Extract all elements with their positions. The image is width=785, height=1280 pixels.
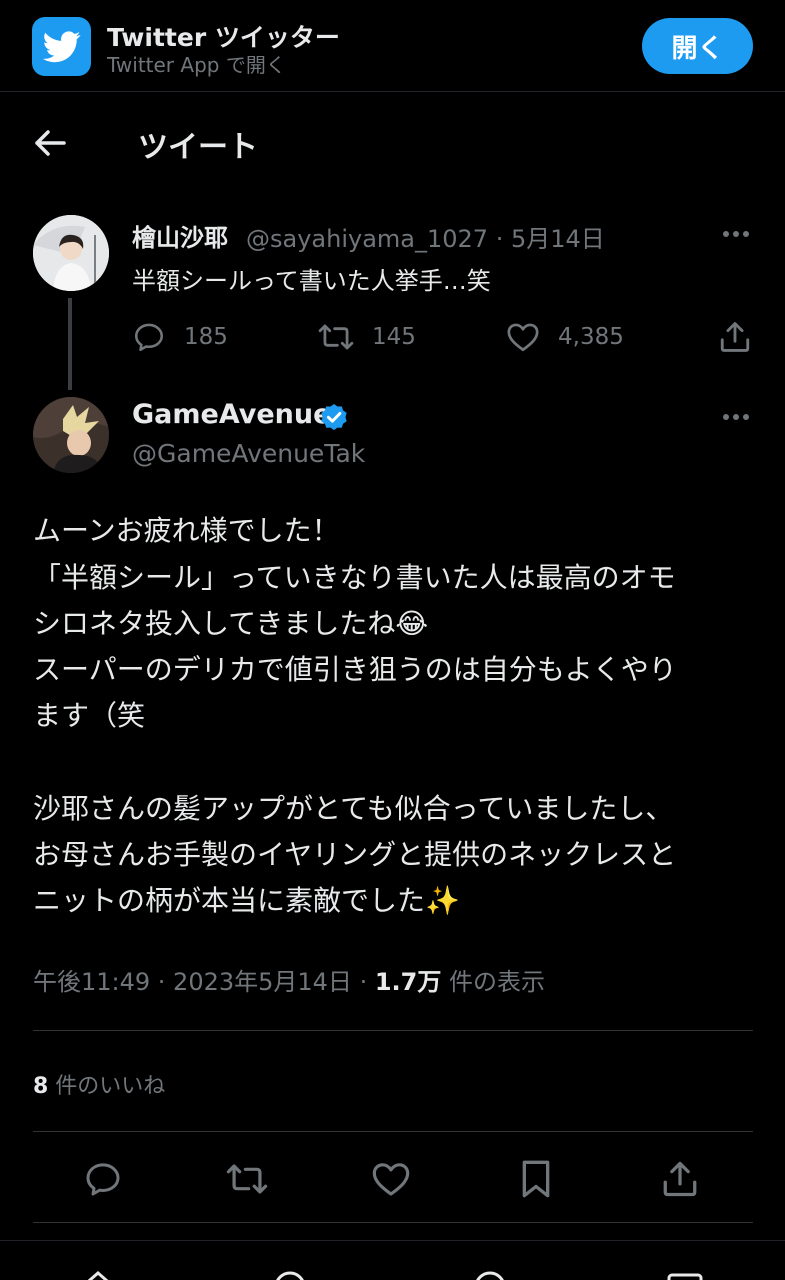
- share-icon: [720, 322, 750, 352]
- reply-icon: [134, 323, 164, 352]
- tweet-text: 半額シールって書いた人挙手…笑: [132, 267, 491, 295]
- share-button[interactable]: [719, 319, 751, 355]
- bookmark-button[interactable]: [515, 1158, 557, 1200]
- retweet-button[interactable]: [226, 1158, 268, 1200]
- reply-button[interactable]: [82, 1158, 124, 1200]
- tweet-body-line: スーパーのデリカで値引き狙うのは自分もよくやり: [33, 653, 677, 686]
- tweet-body-line: お母さんお手製のイヤリングと提供のネックレスと: [33, 838, 677, 871]
- twitter-bird-icon[interactable]: [32, 17, 91, 76]
- search-icon[interactable]: [270, 1267, 310, 1280]
- app-subtitle: Twitter App で開く: [107, 53, 286, 77]
- heart-icon: [372, 1163, 410, 1196]
- like-button[interactable]: [370, 1158, 412, 1200]
- tweet-body-line: ます（笑: [33, 699, 146, 732]
- home-icon[interactable]: [78, 1267, 118, 1280]
- retweet-icon: [226, 1164, 268, 1194]
- likes-summary[interactable]: 8 件のいいね: [33, 1068, 165, 1100]
- tweet-body-line: シロネタ投入してきましたね😂: [33, 607, 429, 640]
- view-count[interactable]: 1.7万: [375, 968, 442, 996]
- likes-label: 件のいいね: [48, 1074, 166, 1099]
- more-options-icon[interactable]: [720, 405, 752, 429]
- retweet-icon: [318, 324, 354, 350]
- view-label: 件の表示: [441, 968, 545, 996]
- bottom-navigation: [0, 1240, 785, 1280]
- thread-connector: [68, 298, 72, 390]
- divider: [33, 1222, 753, 1223]
- avatar[interactable]: [33, 215, 109, 291]
- open-app-button[interactable]: 開く: [642, 18, 753, 74]
- reply-button[interactable]: 185: [132, 319, 228, 355]
- page-header: ツイート: [0, 93, 785, 193]
- likes-count: 8: [33, 1074, 49, 1099]
- messages-icon[interactable]: [665, 1267, 705, 1280]
- like-count: 4,385: [558, 324, 624, 350]
- avatar[interactable]: [33, 397, 109, 473]
- tweet-time: 午後11:49 · 2023年5月14日 ·: [33, 968, 375, 996]
- retweet-button[interactable]: 145: [318, 319, 416, 355]
- author-handle[interactable]: @GameAvenueTak: [132, 439, 365, 468]
- tweet-body-line: 沙耶さんの髪アップがとても似合っていましたし、: [33, 792, 674, 825]
- tweet-body-line: 「半額シール」っていきなり書いた人は最高のオモ: [33, 561, 676, 594]
- reply-icon: [86, 1163, 120, 1196]
- share-icon: [663, 1161, 697, 1197]
- author-name[interactable]: GameAvenue: [132, 399, 331, 430]
- back-button[interactable]: [30, 123, 70, 163]
- notifications-icon[interactable]: [470, 1267, 510, 1280]
- app-banner: Twitter ツイッター Twitter App で開く 開く: [0, 0, 785, 92]
- author-name[interactable]: 檜山沙耶: [132, 218, 228, 253]
- reply-count: 185: [184, 324, 228, 350]
- author-handle-date[interactable]: @sayahiyama_1027 · 5月14日: [246, 219, 605, 254]
- tweet-body-line: ムーンお疲れ様でした！: [33, 514, 340, 547]
- more-options-icon[interactable]: [720, 222, 752, 246]
- like-button[interactable]: 4,385: [506, 319, 624, 355]
- page-title: ツイート: [138, 130, 258, 165]
- heart-icon: [507, 323, 539, 352]
- share-button[interactable]: [659, 1158, 701, 1200]
- bookmark-icon: [522, 1160, 550, 1198]
- divider: [33, 1030, 753, 1031]
- retweet-count: 145: [372, 324, 416, 350]
- tweet-timestamp: 午後11:49 · 2023年5月14日 · 1.7万 件の表示: [33, 962, 545, 997]
- verified-badge-icon: [321, 404, 347, 431]
- tweet-body-line: ニットの柄が本当に素敵でした✨: [33, 884, 460, 917]
- divider: [33, 1131, 753, 1132]
- arrow-left-icon: [35, 130, 66, 156]
